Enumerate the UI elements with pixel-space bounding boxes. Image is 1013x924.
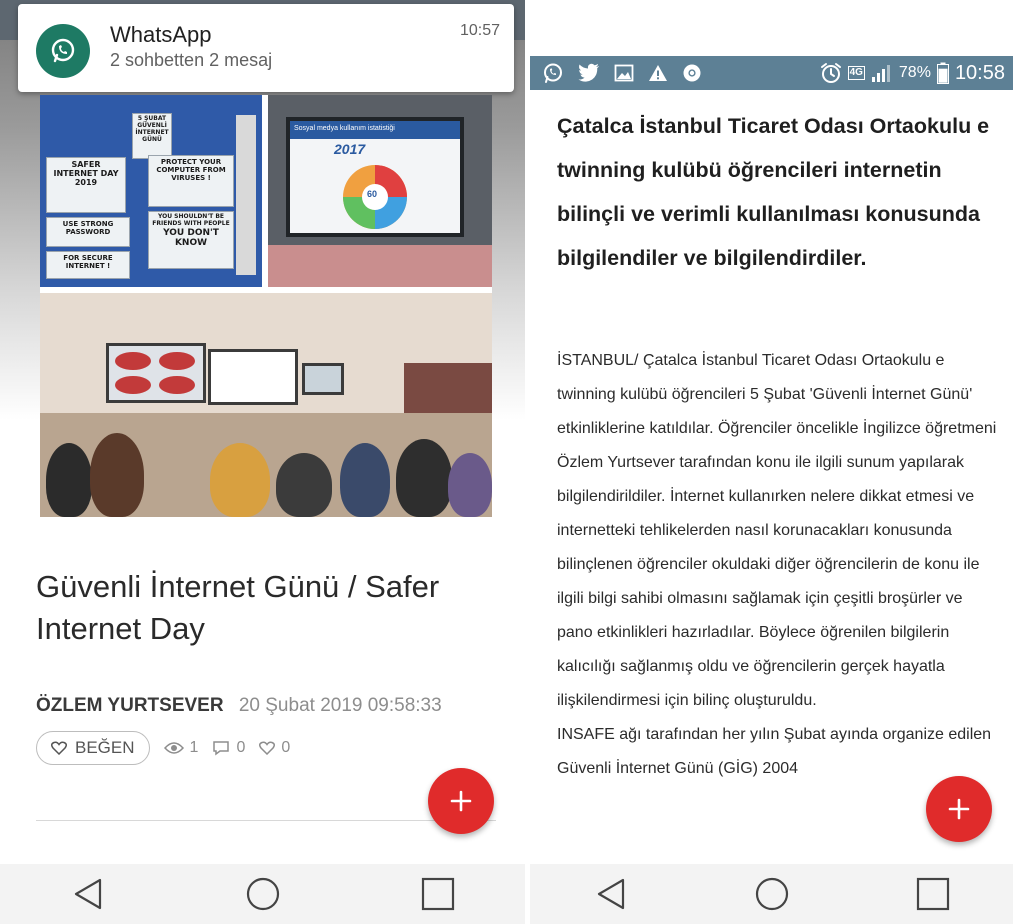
- slide-year: 2017: [334, 141, 366, 157]
- status-bar: 4G 78% 10:58: [530, 56, 1013, 90]
- article-headline: Çatalca İstanbul Ticaret Odası Ortaokulu…: [557, 114, 990, 270]
- plus-icon: [450, 790, 472, 812]
- window-frame: [236, 115, 256, 275]
- views-count: 1: [189, 739, 199, 756]
- battery-icon: [936, 62, 949, 84]
- photo-classroom: [40, 293, 492, 517]
- back-icon[interactable]: [70, 876, 106, 912]
- views-stat: 1: [163, 739, 199, 757]
- slide-heading: Sosyal medya kullanım istatistiği: [290, 121, 460, 139]
- notification-time: 10:57: [459, 22, 500, 39]
- add-fab-button[interactable]: [428, 768, 494, 834]
- navigation-bar: [0, 864, 525, 924]
- add-fab-button-right[interactable]: [926, 776, 992, 842]
- poster-friends: YOU SHOULDN'T BE FRIENDS WITH PEOPLE YOU…: [148, 211, 234, 269]
- poster-date-note: 5 ŞUBAT GÜVENLİ İNTERNET GÜNÜ: [132, 113, 172, 159]
- photo-projection-slide: Sosyal medya kullanım istatistiği 2017 6…: [268, 95, 492, 287]
- poster-password: USE STRONG PASSWORD: [46, 217, 130, 247]
- whatsapp-icon: [36, 24, 90, 78]
- article-date: 20 Şubat 2019 09:58:33: [238, 695, 442, 716]
- article-actions: BEĞEN 1 0 0: [36, 730, 290, 766]
- back-icon[interactable]: [593, 876, 629, 912]
- image-icon: [614, 64, 634, 82]
- whatsapp-notification[interactable]: WhatsApp 2 sohbetten 2 mesaj 10:57: [18, 4, 514, 92]
- navigation-bar-right: [530, 864, 1013, 924]
- chrome-icon: [683, 64, 701, 82]
- poster-dont-know-text: YOU DON'T KNOW: [163, 227, 219, 249]
- home-icon[interactable]: [245, 876, 281, 912]
- wall-map: [302, 363, 344, 395]
- poster-protect: PROTECT YOUR COMPUTER FROM VIRUSES !: [148, 155, 234, 207]
- likes-stat: 0: [259, 739, 290, 757]
- comment-icon: [213, 741, 230, 756]
- article-paragraph-2: INSAFE ağı tarafından her yılın Şubat ay…: [557, 726, 992, 777]
- status-time: 10:58: [954, 61, 1005, 84]
- article-title: Güvenli İnternet Günü / Safer Internet D…: [36, 569, 440, 646]
- status-right-cluster: 4G 78% 10:58: [820, 56, 1005, 90]
- article-paragraph-1: İSTANBUL/ Çatalca İstanbul Ticaret Odası…: [557, 352, 997, 709]
- notification-summary: 2 sohbetten 2 mesaj: [110, 50, 273, 70]
- article-photo-collage[interactable]: 5 ŞUBAT GÜVENLİ İNTERNET GÜNÜ SAFER INTE…: [40, 95, 492, 517]
- heart-outline-icon: [51, 741, 67, 755]
- right-screen: 4G 78% 10:58 Çatalca İstanbul Ticaret Od…: [530, 56, 1013, 924]
- plus-icon: [948, 798, 970, 820]
- notification-app-name: WhatsApp: [110, 22, 212, 47]
- recents-icon[interactable]: [420, 876, 456, 912]
- recents-icon[interactable]: [915, 876, 951, 912]
- comments-count: 0: [236, 739, 246, 756]
- signal-icon: [871, 65, 890, 82]
- home-icon[interactable]: [754, 876, 790, 912]
- like-button[interactable]: BEĞEN: [36, 731, 150, 765]
- article-body: İSTANBUL/ Çatalca İstanbul Ticaret Odası…: [557, 344, 997, 786]
- poster-safer-internet: SAFER INTERNET DAY 2019: [46, 157, 126, 213]
- whatsapp-icon: [544, 63, 562, 83]
- comments-stat[interactable]: 0: [212, 739, 245, 757]
- left-screen: WhatsApp 2 sohbetten 2 mesaj 10:57 5 ŞUB…: [0, 0, 525, 924]
- warning-icon: [649, 65, 667, 81]
- network-type: 4G: [847, 66, 865, 80]
- alarm-icon: [820, 63, 841, 83]
- poster-secure: FOR SECURE INTERNET !: [46, 251, 130, 279]
- projection-screen: Sosyal medya kullanım istatistiği 2017 6…: [286, 117, 464, 237]
- status-notification-icons: [542, 56, 702, 90]
- photo-bulletin-board: 5 ŞUBAT GÜVENLİ İNTERNET GÜNÜ SAFER INTE…: [40, 95, 262, 287]
- whiteboard: [208, 349, 298, 405]
- poster-friends-text: YOU SHOULDN'T BE FRIENDS WITH PEOPLE: [152, 213, 230, 227]
- eye-icon: [163, 742, 184, 754]
- twitter-icon: [578, 63, 599, 82]
- slide-number: 60: [367, 189, 378, 199]
- battery-percent: 78%: [898, 64, 931, 81]
- like-button-label: BEĞEN: [75, 738, 135, 757]
- wall-strip: [268, 245, 492, 287]
- classroom-screen: [106, 343, 206, 403]
- heart-icon: [259, 741, 276, 755]
- divider: [36, 820, 496, 821]
- article-author[interactable]: ÖZLEM YURTSEVER: [36, 695, 224, 716]
- likes-count: 0: [281, 739, 291, 756]
- article-meta: ÖZLEM YURTSEVER 20 Şubat 2019 09:58:33: [36, 695, 442, 717]
